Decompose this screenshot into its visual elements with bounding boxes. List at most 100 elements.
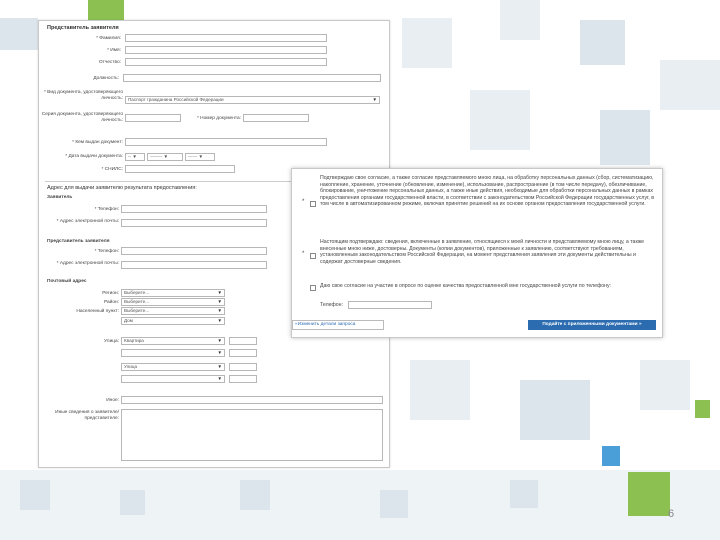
issue-day-select[interactable]: -- ▼ <box>125 153 145 161</box>
survey-phone-label: Телефон: <box>320 302 343 308</box>
building-input[interactable] <box>229 349 257 357</box>
issue-year-select[interactable]: ------ ▼ <box>185 153 215 161</box>
doc-series-label: Серия документа, удостоверяющего личност… <box>41 112 123 123</box>
issue-month-select[interactable]: -------- ▼ <box>147 153 183 161</box>
issuer-label: * Кем выдан документ: <box>72 140 123 145</box>
consent-text-2: Настоящим подтверждаю: сведения, включен… <box>320 239 645 265</box>
survey-checkbox[interactable] <box>310 285 316 291</box>
tile-grey <box>660 60 720 110</box>
doc-series-input[interactable] <box>125 114 181 122</box>
tile-grey <box>510 480 538 508</box>
applicant-subtitle: Заявитель <box>47 195 73 200</box>
rep-phone-input[interactable] <box>121 247 267 255</box>
representative-subtitle: Представитель заявителя <box>47 239 110 244</box>
street-input[interactable] <box>229 337 257 345</box>
house-type-value: Дом <box>124 318 133 323</box>
issue-date-label: * Дата выдачи документа: <box>65 154 123 159</box>
house-type-select[interactable]: Дом ▼ <box>121 317 225 325</box>
tile-grey <box>20 480 50 510</box>
other-label: Иное: <box>106 398 119 403</box>
doc-number-input[interactable] <box>243 114 309 122</box>
rep-email-label: * Адрес электронной почты: <box>56 261 119 266</box>
other-input[interactable] <box>121 396 383 404</box>
district-select-value: Выберите... <box>124 299 150 304</box>
email-label: * Адрес электронной почты: <box>56 219 119 224</box>
other-info-textarea[interactable] <box>121 409 383 461</box>
snils-input[interactable] <box>125 165 235 173</box>
street-label: Улица: <box>104 339 119 344</box>
change-request-button[interactable]: «Изменить детали запроса <box>292 320 384 330</box>
phone-input[interactable] <box>121 205 267 213</box>
region-select-value: Выберите... <box>124 290 150 295</box>
survey-phone-input[interactable] <box>348 301 432 309</box>
doc-type-value: Паспорт гражданина Российской Федерации <box>128 97 224 102</box>
consent-panel: * Подтверждаю свое согласие, а также сог… <box>291 168 663 338</box>
issuer-input[interactable] <box>125 138 327 146</box>
tile-grey <box>410 360 470 420</box>
locality-select[interactable]: Выберите... ▼ <box>121 307 225 315</box>
tile-grey <box>0 18 38 50</box>
position-label: Должность: <box>93 76 119 81</box>
consent-text-1: Подтверждаю свое согласие, а также согла… <box>320 175 654 208</box>
rep-phone-label: * Телефон: <box>94 249 119 254</box>
house-input[interactable] <box>229 363 257 371</box>
required-marker: * <box>302 251 305 257</box>
building-select[interactable]: ▼ <box>121 349 225 357</box>
street-type-select[interactable]: Улица ▼ <box>121 363 225 371</box>
tile-green <box>628 472 670 516</box>
bottom-band <box>0 470 720 540</box>
flat-select[interactable]: ▼ <box>121 375 225 383</box>
region-label: Регион: <box>102 291 119 296</box>
postal-address-subtitle: Почтовый адрес <box>47 279 87 284</box>
chevron-down-icon: ▼ <box>217 364 222 369</box>
section-title-applicant: Представитель заявителя <box>47 25 119 31</box>
name-input[interactable] <box>125 46 327 54</box>
tile-grey <box>640 360 690 410</box>
phone-label: * Телефон: <box>94 207 119 212</box>
tile-grey <box>500 0 540 40</box>
chevron-down-icon: ▼ <box>217 350 222 355</box>
district-select[interactable]: Выберите... ▼ <box>121 298 225 306</box>
page-number: 6 <box>668 508 675 520</box>
chevron-down-icon: ▼ <box>217 376 222 381</box>
email-input[interactable] <box>121 219 267 227</box>
position-input[interactable] <box>123 74 381 82</box>
chevron-down-icon: ▼ <box>217 290 222 295</box>
surname-input[interactable] <box>125 34 327 42</box>
rep-email-input[interactable] <box>121 261 267 269</box>
patronymic-input[interactable] <box>125 58 327 66</box>
patronymic-label: Отчество: <box>98 60 121 65</box>
name-label: * Имя: <box>107 48 121 53</box>
chevron-down-icon: ▼ <box>217 338 222 343</box>
chevron-down-icon: ▼ <box>372 97 377 102</box>
surname-label: * Фамилия: <box>96 36 121 41</box>
address-section-title: Адрес для выдачи заявителю результата пр… <box>47 185 197 191</box>
consent-checkbox-2[interactable] <box>310 253 316 259</box>
chevron-down-icon: ▼ <box>217 318 222 323</box>
submit-button[interactable]: Подайте с приложенными документами » <box>528 320 656 330</box>
required-marker: * <box>302 199 305 205</box>
chevron-down-icon: ▼ <box>217 299 222 304</box>
other-info-label: Иные сведения о заявителе/представителе: <box>55 410 119 421</box>
snils-label: * СНИЛС: <box>101 167 123 172</box>
region-select[interactable]: Выберите... ▼ <box>121 289 225 297</box>
tile-grey <box>380 490 408 518</box>
doc-type-select[interactable]: Паспорт гражданина Российской Федерации … <box>125 96 380 104</box>
locality-label: Населенный пункт: <box>76 309 119 314</box>
tile-blue <box>602 446 620 466</box>
street-select[interactable]: Квартира ▼ <box>121 337 225 345</box>
tile-grey <box>402 18 452 68</box>
consent-checkbox-1[interactable] <box>310 201 316 207</box>
chevron-down-icon: ▼ <box>217 308 222 313</box>
tile-grey <box>600 110 650 165</box>
doc-type-label: * Вид документа, удостоверяющего личност… <box>43 90 123 101</box>
tile-grey <box>580 20 625 65</box>
tile-green <box>695 400 710 418</box>
tile-grey <box>240 480 270 510</box>
tile-grey <box>470 90 530 150</box>
survey-text: Даю свое согласие на участие в опросе по… <box>320 283 612 289</box>
street-select-value: Квартира <box>124 338 144 343</box>
flat-input[interactable] <box>229 375 257 383</box>
tile-grey <box>120 490 145 515</box>
street-type-value: Улица <box>124 364 138 369</box>
